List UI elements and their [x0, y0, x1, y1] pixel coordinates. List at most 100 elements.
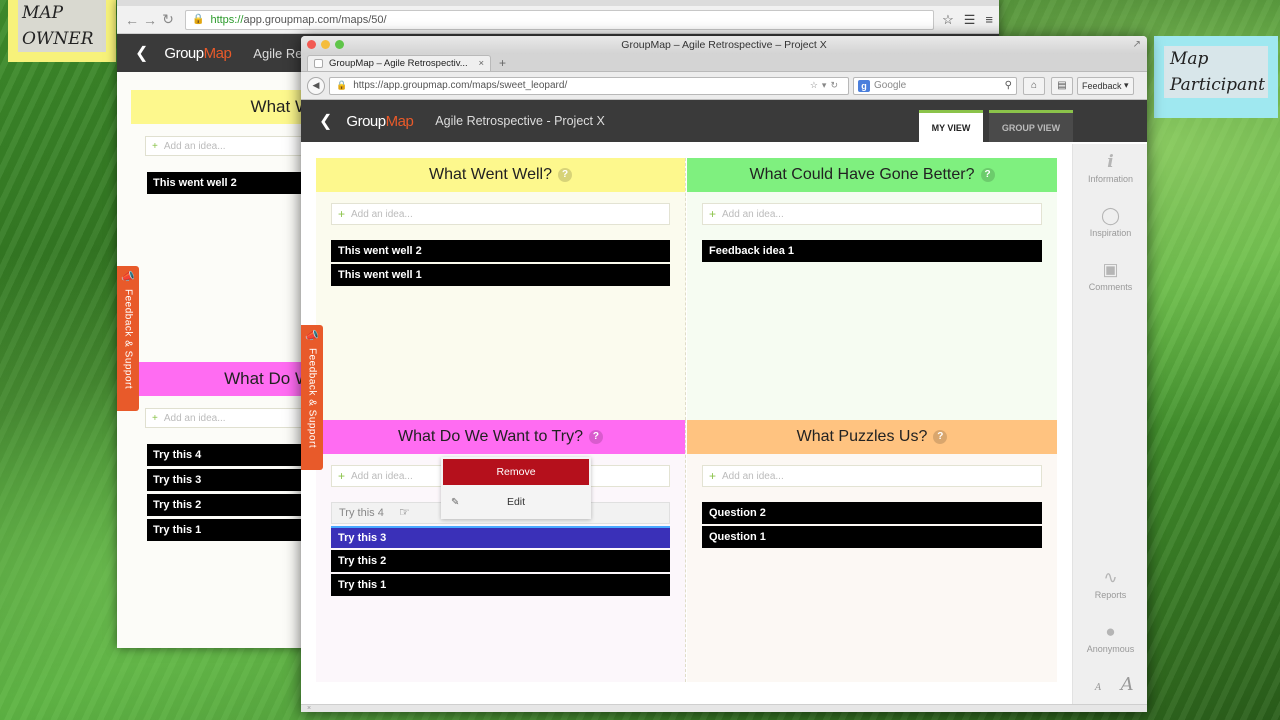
font-decrease-button[interactable]: A — [1095, 683, 1102, 693]
search-icon[interactable]: ⚲ — [1005, 80, 1012, 91]
megaphone-icon: 📣 — [305, 330, 319, 342]
quadrant-header: What Puzzles Us? ? — [687, 420, 1057, 454]
plus-icon: + — [338, 207, 346, 221]
feedback-support-tab[interactable]: 📣 Feedback & Support — [301, 325, 323, 470]
logo-map: Map — [203, 44, 232, 62]
logo: GroupMap — [164, 45, 231, 62]
lock-icon: 🔒 — [336, 80, 348, 90]
idea-card[interactable]: Question 2 — [702, 502, 1042, 524]
logo-group: Group — [346, 112, 386, 130]
idea-card-selected[interactable]: Try this 3 — [331, 526, 670, 548]
edit-button[interactable]: ✎ Edit — [443, 489, 589, 515]
add-idea-placeholder: Add an idea... — [722, 208, 784, 220]
new-tab-icon[interactable]: + — [499, 55, 506, 71]
status-bar: × — [301, 704, 1147, 712]
menu-icon[interactable]: ≡ — [985, 12, 993, 28]
feedback-button[interactable]: Feedback ▾ — [1077, 76, 1134, 95]
close-addon-bar-icon[interactable]: × — [307, 705, 311, 712]
add-idea-input[interactable]: + Add an idea... — [331, 203, 670, 225]
feedback-button-label: Feedback — [1082, 80, 1122, 91]
sticky-note-line: OWNER — [18, 26, 106, 52]
add-idea-input[interactable]: + Add an idea... — [702, 203, 1042, 225]
back-arrow-icon[interactable]: ◀ — [307, 76, 325, 95]
sidebar-item-comments[interactable]: ▣ Comments — [1073, 260, 1147, 292]
add-idea-input[interactable]: + Add an idea... — [145, 408, 315, 428]
sticky-note-line: Participant — [1164, 72, 1268, 98]
idea-card[interactable]: Try this 1 — [147, 519, 317, 541]
help-icon[interactable]: ? — [588, 430, 603, 444]
plus-icon: + — [709, 469, 717, 483]
sidebar-item-inspiration[interactable]: ◯ Inspiration — [1073, 206, 1147, 238]
google-icon: g — [858, 79, 870, 92]
minimize-window-button[interactable] — [321, 40, 330, 49]
layers-icon[interactable]: ☰ — [964, 12, 976, 28]
idea-card[interactable]: Try this 3 — [147, 469, 317, 491]
address-bar[interactable]: 🔒 https://app.groupmap.com/maps/sweet_le… — [329, 76, 849, 95]
feedback-support-tab[interactable]: 📣 Feedback & Support — [117, 266, 139, 411]
search-input[interactable]: g Google ⚲ — [853, 76, 1017, 95]
navigation-toolbar: ◀ 🔒 https://app.groupmap.com/maps/sweet_… — [301, 72, 1147, 100]
megaphone-icon: 📣 — [121, 271, 135, 283]
comments-icon: ▣ — [1102, 260, 1119, 279]
participant-browser-window: GroupMap – Agile Retrospective – Project… — [301, 36, 1147, 712]
quadrant-header: What W — [131, 90, 311, 124]
tab-title: GroupMap – Agile Retrospectiv... — [329, 58, 468, 69]
idea-card[interactable]: This went well 1 — [331, 264, 670, 286]
reload-icon[interactable]: ↻ — [159, 11, 177, 28]
favicon-icon — [314, 59, 323, 68]
star-icon[interactable]: ☆ — [942, 12, 954, 28]
idea-card[interactable]: Feedback idea 1 — [702, 240, 1042, 262]
zoom-window-button[interactable] — [335, 40, 344, 49]
retrospective-board: What Went Well? ? + Add an idea... This w… — [316, 158, 1057, 682]
sidebar-item-information[interactable]: i Information — [1073, 152, 1147, 184]
sidebar-item-label: Information — [1087, 174, 1134, 184]
quadrant-went-well: What Went Well? ? + Add an idea... This w… — [316, 158, 686, 420]
font-increase-button[interactable]: A — [1121, 674, 1134, 695]
add-idea-input[interactable]: + Add an idea... — [145, 136, 315, 156]
remove-button[interactable]: Remove — [443, 459, 589, 485]
help-icon[interactable]: ? — [980, 168, 995, 182]
sidebar-item-label: Reports — [1094, 590, 1127, 600]
chart-line-icon: ∿ — [1103, 568, 1118, 587]
logo: GroupMap — [346, 113, 413, 130]
forward-arrow-icon[interactable]: → — [141, 12, 159, 28]
quadrant-title: What Do We Want to Try? — [398, 428, 583, 445]
idea-card[interactable]: This went well 2 — [147, 172, 317, 194]
idea-card[interactable]: This went well 2 — [331, 240, 670, 262]
bookmarks-icon[interactable]: ▤ — [1051, 76, 1073, 95]
add-idea-input[interactable]: + Add an idea... — [702, 465, 1042, 487]
home-icon[interactable]: ⌂ — [1023, 76, 1045, 95]
idea-card[interactable]: Try this 2 — [147, 494, 317, 516]
idea-card[interactable]: Try this 2 — [331, 550, 670, 572]
close-window-button[interactable] — [307, 40, 316, 49]
address-bar[interactable]: 🔒 https://app.groupmap.com/maps/50/ — [185, 9, 935, 30]
plus-icon: + — [152, 412, 158, 424]
back-chevron-icon[interactable]: ❮ — [319, 111, 332, 131]
sidebar-item-anonymous[interactable]: ● Anonymous — [1073, 622, 1147, 654]
tab-strip: GroupMap – Agile Retrospectiv... × + — [301, 54, 1147, 72]
tab-my-view[interactable]: MY VIEW — [919, 110, 983, 142]
hand-cursor-icon: ☞ — [399, 505, 410, 519]
close-tab-icon[interactable]: × — [478, 58, 484, 69]
card-context-menu: Remove ✎ Edit — [441, 457, 591, 519]
add-idea-placeholder: Add an idea... — [163, 140, 226, 152]
back-arrow-icon[interactable]: ← — [123, 12, 141, 28]
window-title: GroupMap – Agile Retrospective – Project… — [621, 39, 827, 51]
fullscreen-icon[interactable]: ↗ — [1133, 36, 1141, 54]
url-controls-icons[interactable]: ☆▾↻ — [810, 80, 842, 91]
idea-card[interactable]: Try this 1 — [331, 574, 670, 596]
sidebar-item-label: Comments — [1088, 282, 1133, 292]
idea-card[interactable]: Question 1 — [702, 526, 1042, 548]
idea-card[interactable]: Try this 4 — [147, 444, 317, 466]
sidebar-item-reports[interactable]: ∿ Reports — [1073, 568, 1147, 600]
window-titlebar: GroupMap – Agile Retrospective – Project… — [301, 36, 1147, 54]
sticky-note-line: MAP — [18, 0, 106, 26]
tab-group-view[interactable]: GROUP VIEW — [989, 110, 1073, 142]
help-icon[interactable]: ? — [558, 168, 572, 182]
help-icon[interactable]: ? — [933, 430, 948, 444]
quadrant-header: What Went Well? ? — [316, 158, 685, 192]
address-toolbar: ← → ↻ 🔒 https://app.groupmap.com/maps/50… — [117, 6, 999, 34]
browser-tab[interactable]: GroupMap – Agile Retrospectiv... × — [307, 55, 491, 71]
back-chevron-icon[interactable]: ❮ — [135, 43, 148, 63]
font-size-controls: A A — [1095, 674, 1134, 695]
